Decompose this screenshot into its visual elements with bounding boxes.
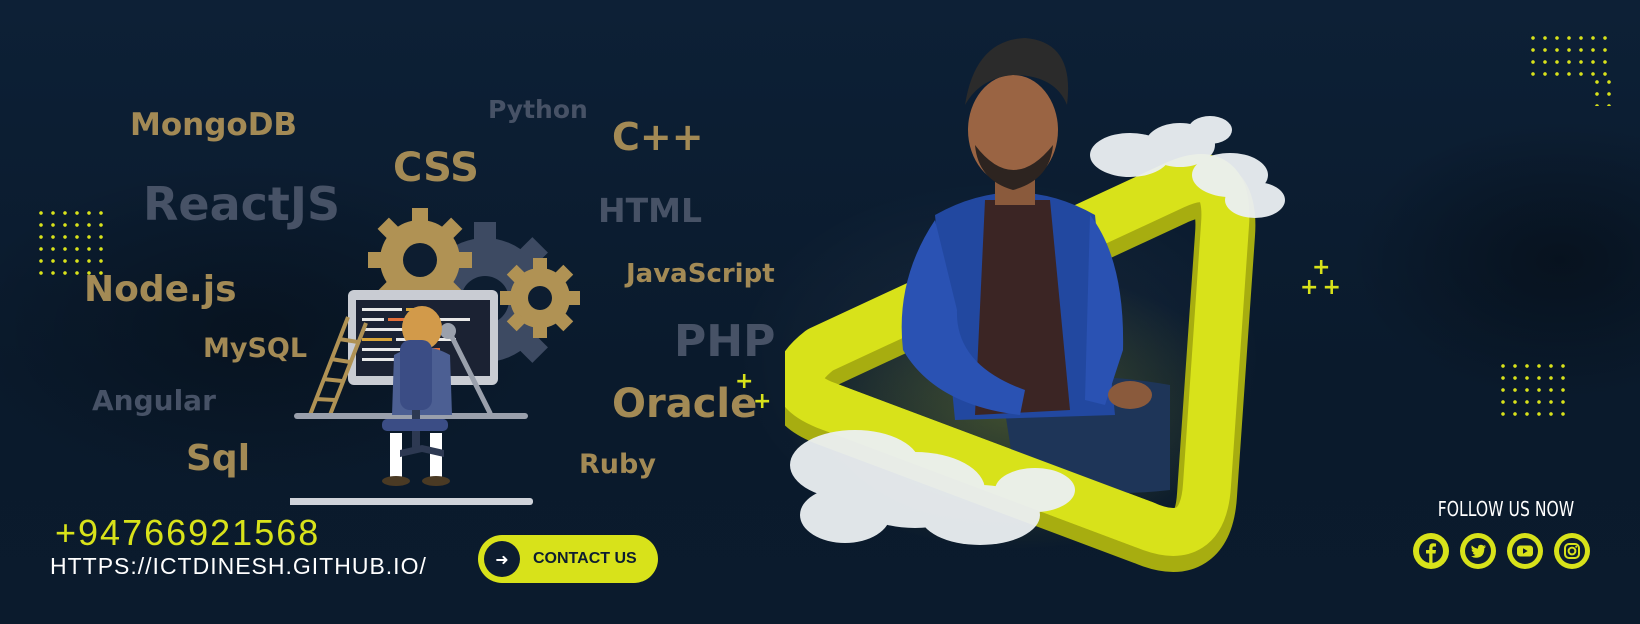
contact-us-button[interactable]: ➜ CONTACT US: [478, 535, 658, 583]
follow-heading: FOLLOW US NOW: [1437, 497, 1575, 521]
tech-word-mongodb: MongoDB: [130, 107, 298, 143]
dot-pattern-top-right-tail: [1591, 76, 1611, 106]
tech-word-html: HTML: [598, 191, 702, 230]
developer-illustration: [290, 208, 580, 505]
banner: + + + + + MongoDB Python C++ CSS ReactJS HT…: [0, 0, 1640, 624]
portrait-frame: [785, 38, 1285, 572]
arrow-right-icon: ➜: [484, 541, 520, 577]
tech-word-angular: Angular: [92, 384, 216, 417]
contact-us-label: CONTACT US: [533, 550, 637, 567]
youtube-icon[interactable]: [1507, 533, 1543, 569]
tech-word-nodejs: Node.js: [84, 269, 237, 310]
website-url[interactable]: HTTPS://ICTDINESH.GITHUB.IO/: [50, 553, 427, 580]
dot-pattern-top-right: [1527, 32, 1611, 76]
twitter-icon[interactable]: [1460, 533, 1496, 569]
tech-word-javascript: JavaScript: [626, 259, 775, 289]
tech-word-ruby: Ruby: [579, 449, 656, 480]
dot-pattern-right: [1497, 360, 1569, 424]
instagram-icon[interactable]: [1554, 533, 1590, 569]
tech-word-php: PHP: [674, 316, 776, 367]
tech-word-css: CSS: [393, 145, 479, 191]
tech-word-python: Python: [488, 95, 588, 124]
tech-word-oracle: Oracle: [612, 381, 758, 427]
facebook-icon[interactable]: [1413, 533, 1449, 569]
phone-number: +94766921568: [55, 512, 321, 553]
tech-word-cpp: C++: [612, 115, 704, 159]
tech-word-sql: Sql: [186, 438, 251, 479]
